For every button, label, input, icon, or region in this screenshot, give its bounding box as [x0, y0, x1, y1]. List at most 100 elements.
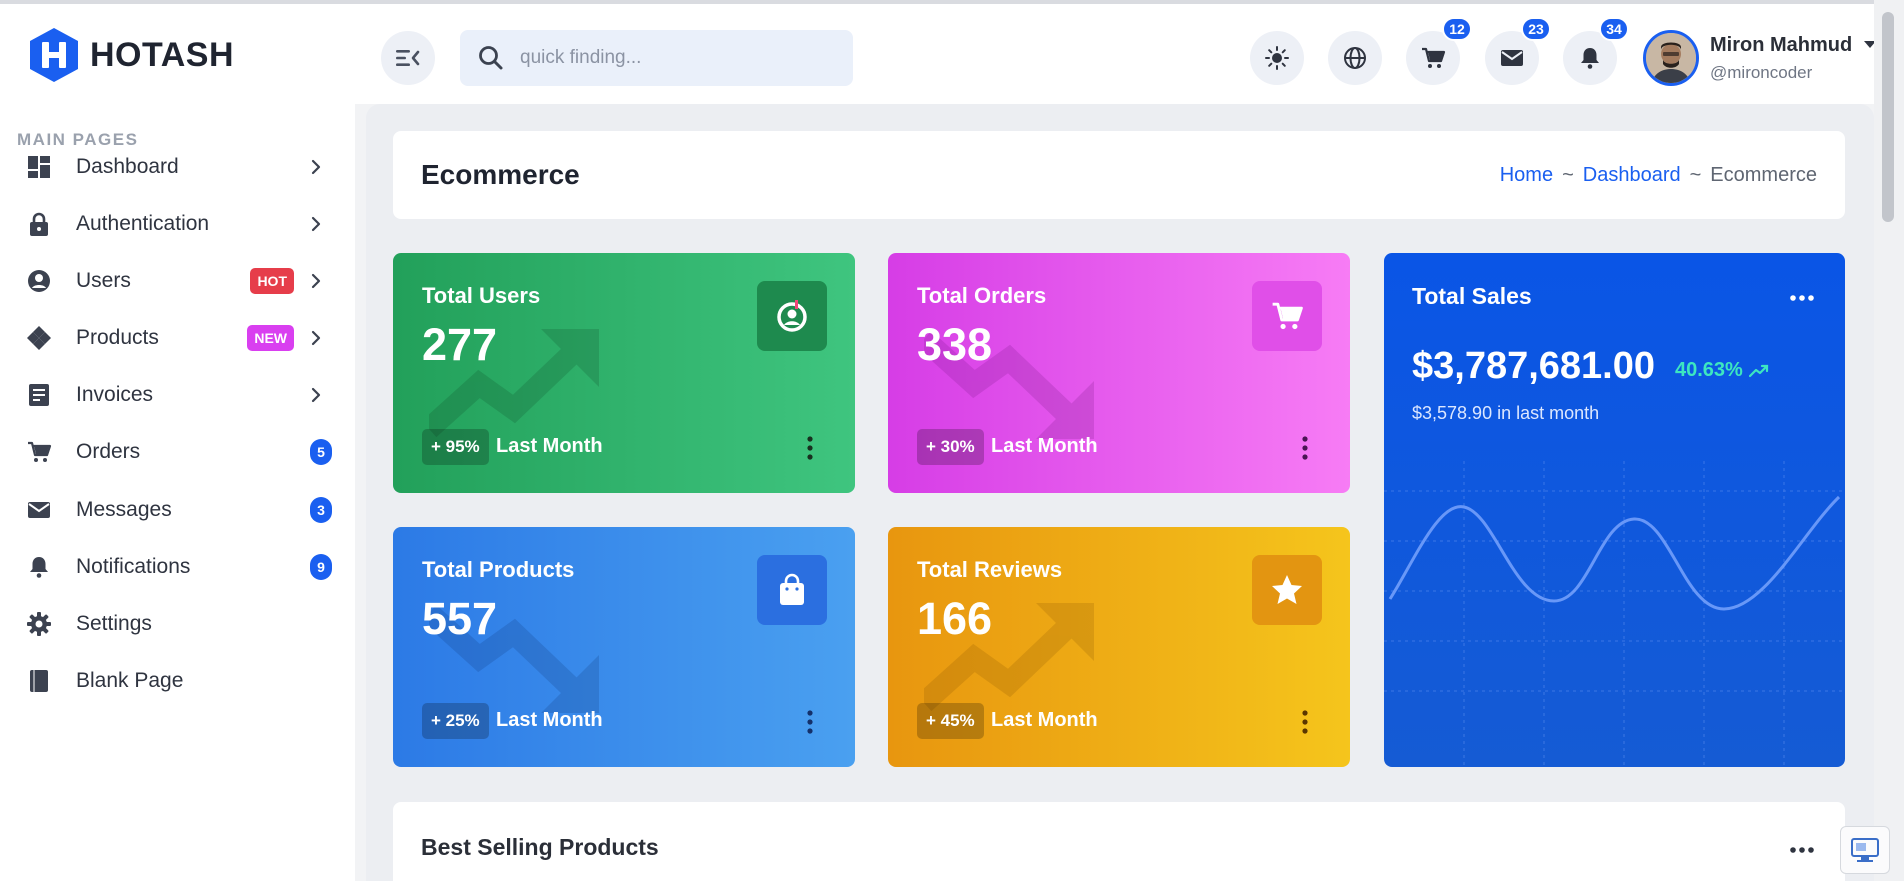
chevron-right-icon: [311, 330, 321, 346]
sales-sparkline-chart: [1384, 461, 1845, 767]
user-profile-menu[interactable]: Miron Mahmud @mironcoder: [1643, 29, 1877, 87]
sidebar-item-label: Orders: [76, 440, 141, 463]
menu-collapse-icon: [396, 50, 420, 66]
stat-card-total-orders: Total Orders 338 + 30% Last Month: [888, 253, 1350, 493]
best-selling-title: Best Selling Products: [421, 834, 659, 860]
messages-button[interactable]: 23: [1485, 17, 1551, 85]
sidebar-item-label: Notifications: [76, 555, 191, 578]
sidebar-item-invoices[interactable]: Invoices: [24, 370, 336, 420]
page-title: Ecommerce: [421, 159, 580, 190]
chevron-right-icon: [311, 273, 321, 289]
search-icon[interactable]: [476, 43, 506, 73]
stat-label: Total Reviews: [917, 557, 1063, 582]
more-vertical-icon[interactable]: [1300, 435, 1310, 461]
language-button[interactable]: [1328, 31, 1382, 85]
sidebar: MAIN PAGES Dashboard Authentication User…: [0, 104, 355, 881]
more-vertical-icon[interactable]: [1300, 709, 1310, 735]
shopping-bag-icon: [780, 573, 804, 605]
new-badge: NEW: [247, 325, 294, 351]
stat-label: Total Orders: [917, 283, 1047, 308]
sidebar-item-notifications[interactable]: Notifications 9: [24, 542, 336, 592]
brand-name: HOTASH: [90, 35, 235, 74]
sales-value: $3,787,681.00: [1412, 345, 1656, 387]
search-bar: [460, 30, 853, 86]
avatar[interactable]: [1643, 30, 1699, 86]
sidebar-item-label: Authentication: [76, 212, 210, 235]
monitor-icon: [1851, 838, 1879, 862]
mail-icon: [1501, 50, 1523, 66]
stat-card-total-users: Total Users 277 + 95% Last Month: [393, 253, 855, 493]
sidebar-item-dashboard[interactable]: Dashboard: [24, 142, 336, 192]
messages-count-badge: 3: [310, 497, 332, 523]
sidebar-item-label: Blank Page: [76, 669, 184, 692]
stat-value: 277: [422, 319, 498, 370]
user-name: Miron Mahmud: [1710, 33, 1853, 56]
scrollbar-thumb[interactable]: [1882, 12, 1894, 222]
stat-card-total-products: Total Products 557 + 25% Last Month: [393, 527, 855, 767]
stat-label: Total Products: [422, 557, 575, 582]
hot-badge: HOT: [250, 268, 294, 294]
trend-up-icon: [1748, 364, 1768, 377]
sidebar-item-blank-page[interactable]: Blank Page: [24, 656, 336, 706]
cart-button[interactable]: 12: [1406, 17, 1472, 85]
gear-icon: [24, 609, 54, 639]
sidebar-item-label: Users: [76, 269, 131, 292]
stat-period: Last Month: [496, 435, 603, 457]
more-horizontal-icon[interactable]: [1789, 845, 1815, 855]
notification-count-badge: 34: [1599, 17, 1629, 41]
user-handle: @mironcoder: [1710, 62, 1813, 82]
more-horizontal-icon[interactable]: [1789, 293, 1815, 303]
more-vertical-icon[interactable]: [805, 435, 815, 461]
user-photo-icon: [1646, 33, 1696, 83]
brand-logo[interactable]: HOTASH: [26, 26, 234, 84]
search-input[interactable]: [520, 47, 820, 69]
breadcrumb-dashboard-link[interactable]: Dashboard: [1583, 164, 1681, 187]
stat-period: Last Month: [991, 709, 1098, 731]
book-icon: [24, 666, 54, 696]
cart-icon: [1422, 47, 1446, 68]
sidebar-item-settings[interactable]: Settings: [24, 599, 336, 649]
sidebar-item-orders[interactable]: Orders 5: [24, 427, 336, 477]
theme-toggle-button[interactable]: [1250, 31, 1304, 85]
user-circle-icon: [24, 266, 54, 296]
sidebar-item-messages[interactable]: Messages 3: [24, 485, 336, 535]
notifications-button[interactable]: 34: [1563, 17, 1629, 85]
notifications-count-badge: 9: [310, 554, 332, 580]
stat-delta-badge: + 25%: [422, 703, 489, 739]
floating-helper-button[interactable]: [1840, 826, 1890, 874]
stat-label: Total Users: [422, 283, 541, 308]
products-icon: [24, 323, 54, 353]
sidebar-item-label: Dashboard: [76, 155, 179, 178]
sidebar-toggle-button[interactable]: [381, 31, 435, 85]
logo-hexagon-icon: [30, 28, 78, 82]
globe-icon: [1344, 47, 1366, 69]
breadcrumb-current: Ecommerce: [1710, 164, 1817, 186]
mail-count-badge: 23: [1521, 17, 1551, 41]
page-header-card: Ecommerce Home ~ Dashboard ~ Ecommerce: [393, 131, 1845, 219]
sidebar-item-users[interactable]: Users HOT: [24, 256, 336, 306]
lock-icon: [24, 209, 54, 239]
star-icon: [1272, 575, 1302, 604]
top-header: HOTASH quick finding... 12 23 34 Miron M…: [0, 0, 1904, 104]
invoice-icon: [24, 380, 54, 410]
stat-icon-box: [757, 281, 827, 351]
page-scrollbar[interactable]: [1874, 0, 1904, 881]
stat-period: Last Month: [991, 435, 1098, 457]
cart-icon: [1272, 302, 1303, 330]
stat-delta-badge: + 45%: [917, 703, 984, 739]
stat-delta-badge: + 30%: [917, 429, 984, 465]
sidebar-item-label: Settings: [76, 612, 152, 635]
sales-last-month: $3,578.90 in last month: [1412, 403, 1600, 423]
cart-count-badge: 12: [1442, 17, 1472, 41]
stat-delta-badge: + 95%: [422, 429, 489, 465]
sidebar-item-products[interactable]: Products NEW: [24, 313, 336, 363]
sidebar-item-authentication[interactable]: Authentication: [24, 199, 336, 249]
cart-icon: [24, 437, 54, 467]
stat-icon-box: [757, 555, 827, 625]
breadcrumb: Home ~ Dashboard ~ Ecommerce: [1500, 164, 1817, 187]
breadcrumb-home-link[interactable]: Home: [1500, 164, 1553, 187]
stat-icon-box: [1252, 555, 1322, 625]
more-vertical-icon[interactable]: [805, 709, 815, 735]
sales-title: Total Sales: [1412, 283, 1532, 309]
sidebar-item-label: Invoices: [76, 383, 154, 406]
